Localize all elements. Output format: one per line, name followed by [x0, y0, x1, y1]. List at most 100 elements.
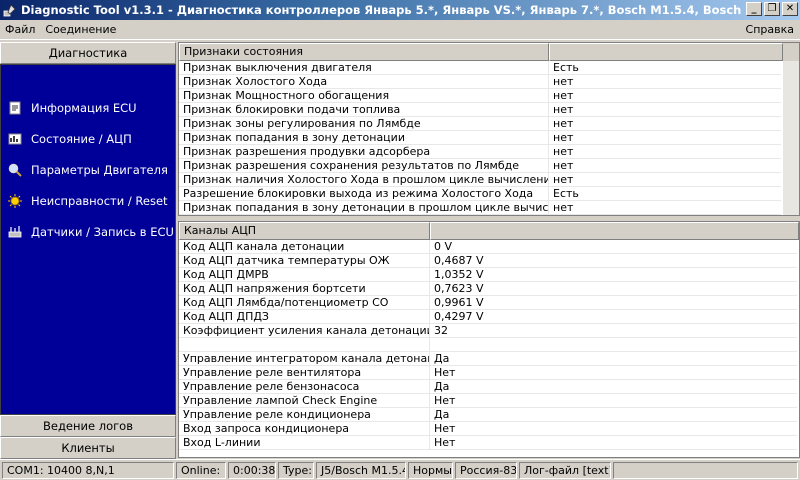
- row-label: Коэффициент усиления канала детонации: [179, 324, 430, 338]
- row-value: 0,4297 V: [430, 310, 797, 324]
- table-row[interactable]: Коэффициент усиления канала детонации 32: [179, 324, 799, 338]
- table-row[interactable]: Код АЦП напряжения бортсети 0,7623 V: [179, 282, 799, 296]
- table-row[interactable]: Признак попадания в зону детонации нет: [179, 131, 799, 145]
- row-value: Да: [430, 352, 797, 366]
- column-header-flags[interactable]: Признаки состояния: [179, 43, 549, 61]
- nav-item-engine-params[interactable]: Параметры Двигателя: [7, 160, 168, 180]
- state-adc-icon: [7, 131, 23, 147]
- table-row[interactable]: Код АЦП Лямбда/потенциометр СО 0,9961 V: [179, 296, 799, 310]
- row-label: Код АЦП канала детонации: [179, 240, 430, 254]
- row-label: Код АЦП Лямбда/потенциометр СО: [179, 296, 430, 310]
- table-row[interactable]: Признак разрешения сохранения результато…: [179, 159, 799, 173]
- table-row[interactable]: Признак разрешения продувки адсорбера нет: [179, 145, 799, 159]
- table-row[interactable]: Управление интегратором канала детонации…: [179, 352, 799, 366]
- row-value: Есть: [549, 61, 781, 75]
- close-button[interactable]: ✕: [782, 2, 798, 16]
- row-value: Нет: [430, 394, 797, 408]
- table-row[interactable]: Управление реле кондиционера Да: [179, 408, 799, 422]
- row-value: Нет: [430, 436, 797, 450]
- row-label: Разрешение блокировки выхода из режима Х…: [179, 187, 549, 201]
- row-value: нет: [549, 89, 781, 103]
- table-row[interactable]: Признак выключения двигателя Есть: [179, 61, 799, 75]
- status-rows: Признак выключения двигателя Есть Признак …: [179, 61, 799, 215]
- row-value: нет: [549, 173, 781, 187]
- row-label: Вход L-линии: [179, 436, 430, 450]
- row-value: нет: [549, 117, 781, 131]
- type-label: Type:: [278, 462, 314, 479]
- table-row[interactable]: Вход запроса кондиционера Нет: [179, 422, 799, 436]
- row-label: Признак попадания в зону детонации: [179, 131, 549, 145]
- nav-item-ecu-info[interactable]: Информация ECU: [7, 98, 137, 118]
- table-row[interactable]: Код АЦП датчика температуры ОЖ 0,4687 V: [179, 254, 799, 268]
- nav-item-faults-reset[interactable]: Неисправности / Reset: [7, 191, 168, 211]
- nav-item-sensors-write[interactable]: Датчики / Запись в ECU: [7, 222, 174, 242]
- table-row[interactable]: Признак Холостого Хода нет: [179, 75, 799, 89]
- row-label: Признак наличия Холостого Хода в прошлом…: [179, 173, 549, 187]
- logging-button[interactable]: Ведение логов: [0, 415, 176, 437]
- table-row[interactable]: Управление реле вентилятора Нет: [179, 366, 799, 380]
- norms-value: Россия-83: [455, 462, 517, 479]
- row-value: нет: [549, 103, 781, 117]
- window-title: Diagnostic Tool v1.3.1 - Диагностика кон…: [21, 3, 756, 17]
- column-header-adc[interactable]: Каналы АЦП: [179, 222, 430, 240]
- norms-label: Нормы:: [408, 462, 453, 479]
- table-row[interactable]: Признак зоны регулирования по Лямбде нет: [179, 117, 799, 131]
- row-value: [430, 338, 797, 352]
- maximize-button[interactable]: ❐: [764, 2, 780, 16]
- row-value: нет: [549, 159, 781, 173]
- table-row[interactable]: [179, 338, 799, 352]
- table-row[interactable]: Управление реле бензонасоса Да: [179, 380, 799, 394]
- row-label: Признак разрешения сохранения результато…: [179, 159, 549, 173]
- row-value: 32: [430, 324, 797, 338]
- row-value: Нет: [430, 422, 797, 436]
- search-icon: [7, 162, 23, 178]
- row-label: Признак выключения двигателя: [179, 61, 549, 75]
- adc-channels-panel: Каналы АЦП Код АЦП канала детонации 0 V Ко…: [178, 221, 800, 458]
- logfile-value: [613, 462, 798, 479]
- row-label: Признак зоны регулирования по Лямбде: [179, 117, 549, 131]
- row-value: нет: [549, 145, 781, 159]
- menu-help[interactable]: Справка: [746, 23, 794, 36]
- row-value: 1,0352 V: [430, 268, 797, 282]
- nav-item-label: Параметры Двигателя: [31, 163, 168, 177]
- row-value: нет: [549, 201, 781, 215]
- table-row[interactable]: Признак Мощностного обогащения нет: [179, 89, 799, 103]
- menu-file[interactable]: Файл: [0, 23, 40, 36]
- row-value: нет: [549, 131, 781, 145]
- row-value: Да: [430, 408, 797, 422]
- row-label: Признак Мощностного обогащения: [179, 89, 549, 103]
- table-row[interactable]: Признак попадания в зону детонации в про…: [179, 201, 799, 215]
- clients-button[interactable]: Клиенты: [0, 437, 176, 459]
- nav-item-label: Состояние / АЦП: [31, 132, 132, 146]
- online-label: Online:: [176, 462, 226, 479]
- table-row[interactable]: Код АЦП канала детонации 0 V: [179, 240, 799, 254]
- row-label: Признак разрешения продувки адсорбера: [179, 145, 549, 159]
- title-bar: Diagnostic Tool v1.3.1 - Диагностика кон…: [0, 0, 800, 20]
- nav-item-state-adc[interactable]: Состояние / АЦП: [7, 129, 132, 149]
- row-value: 0,7623 V: [430, 282, 797, 296]
- table-row[interactable]: Вход L-линии Нет: [179, 436, 799, 450]
- table-row[interactable]: Признак блокировки подачи топлива нет: [179, 103, 799, 117]
- info-doc-icon: [7, 100, 23, 116]
- row-label: Вход запроса кондиционера: [179, 422, 430, 436]
- row-value: 0 V: [430, 240, 797, 254]
- menu-connection[interactable]: Соединение: [40, 23, 121, 36]
- table-row[interactable]: Код АЦП ДПДЗ 0,4297 V: [179, 310, 799, 324]
- fault-lamp-icon: [7, 193, 23, 209]
- left-panel: Диагностика Информация ECU Состояние / А…: [0, 42, 176, 459]
- vertical-scrollbar[interactable]: [783, 61, 799, 215]
- row-value: Есть: [549, 187, 781, 201]
- nav-panel: Информация ECU Состояние / АЦП Параметры…: [0, 64, 176, 415]
- table-row[interactable]: Управление лампой Check Engine Нет: [179, 394, 799, 408]
- column-header-value[interactable]: [549, 43, 783, 61]
- minimize-button[interactable]: _: [746, 2, 762, 16]
- column-header-adc-value[interactable]: [430, 222, 799, 240]
- diagnostics-header-button[interactable]: Диагностика: [0, 42, 176, 64]
- table-row[interactable]: Признак наличия Холостого Хода в прошлом…: [179, 173, 799, 187]
- table-row[interactable]: Разрешение блокировки выхода из режима Х…: [179, 187, 799, 201]
- online-time: 0:00:38: [228, 462, 276, 479]
- table-row[interactable]: Код АЦП ДМРВ 1,0352 V: [179, 268, 799, 282]
- row-label: Признак Холостого Хода: [179, 75, 549, 89]
- menu-bar: Файл Соединение Справка: [0, 20, 800, 40]
- row-value: 0,9961 V: [430, 296, 797, 310]
